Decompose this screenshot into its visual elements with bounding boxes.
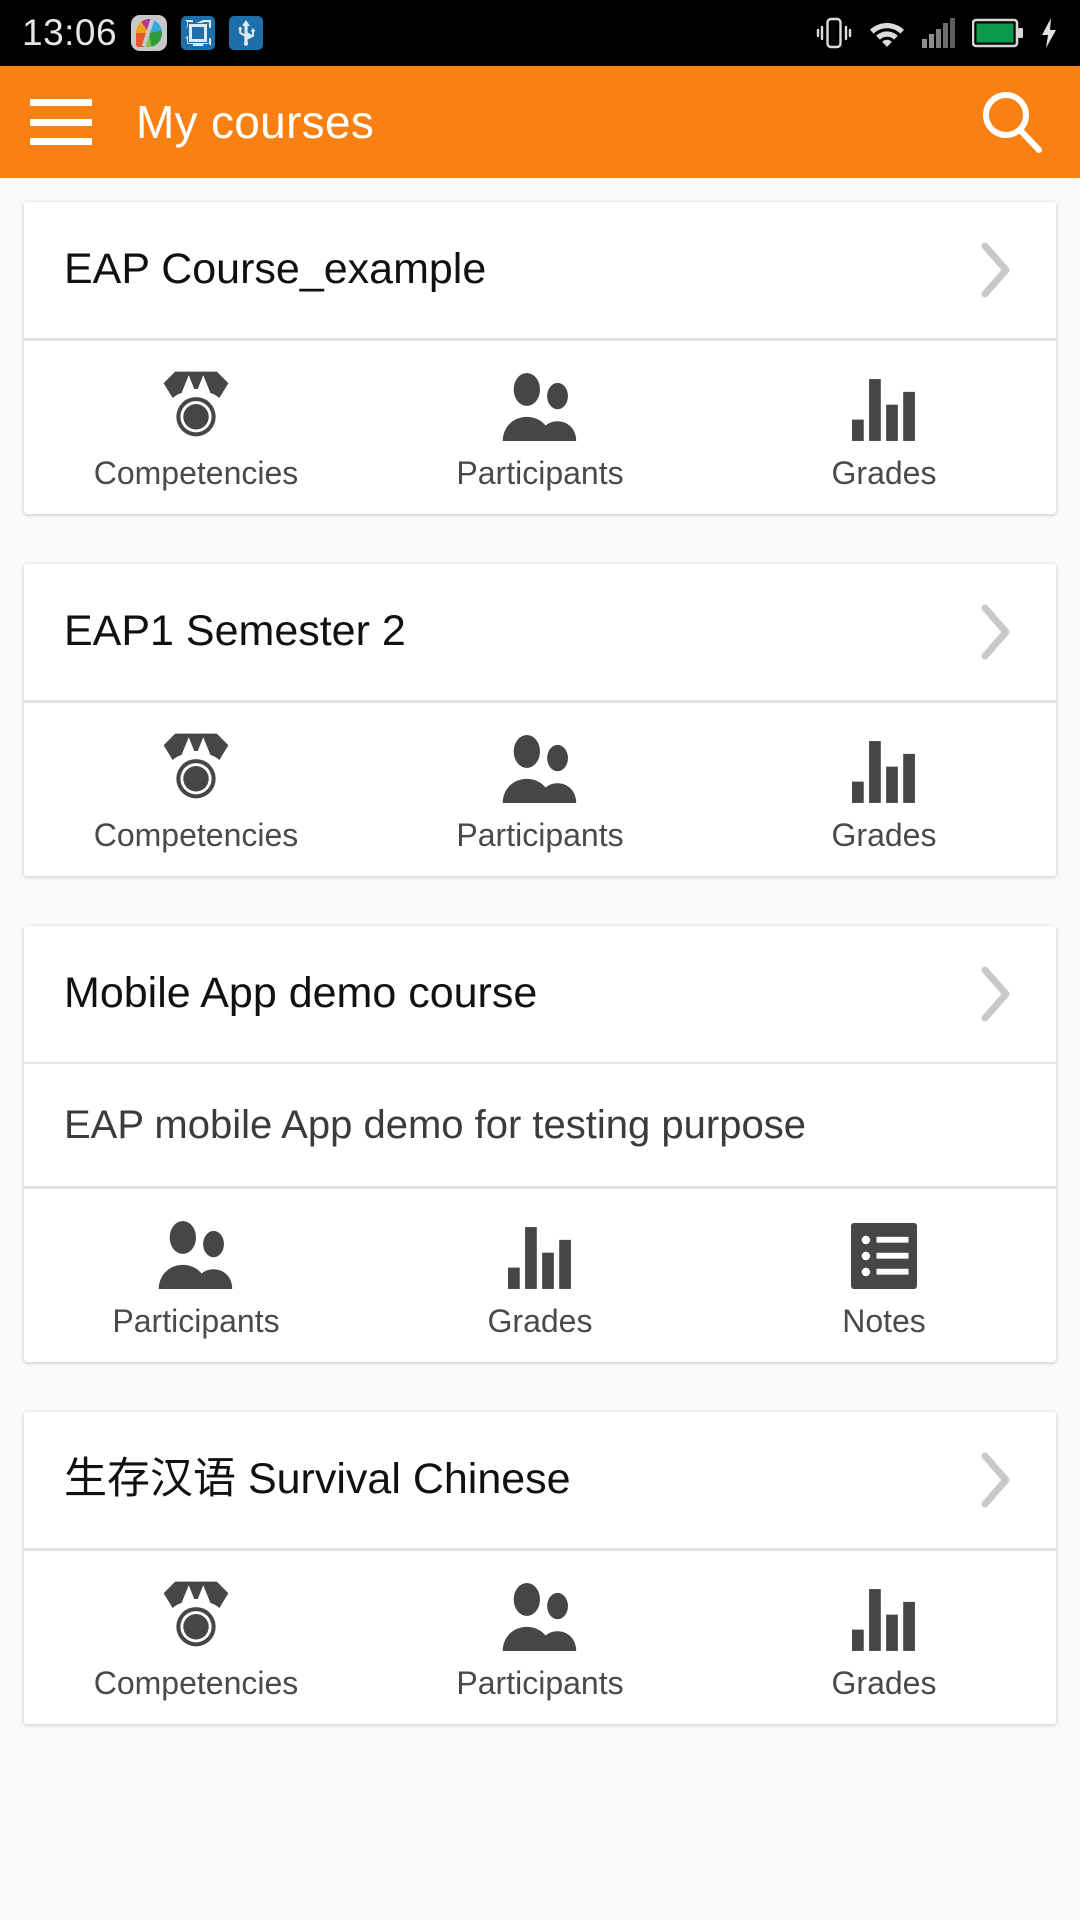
course-actions: Competencies Participants Grades [24,1548,1056,1724]
course-action-label: Notes [842,1303,926,1339]
course-action-label: Participants [112,1303,280,1339]
course-action-grades[interactable]: Grades [368,1215,712,1340]
course-title: Mobile App demo course [64,969,538,1018]
status-bar: 13:06 [0,0,1080,66]
course-action-participants[interactable]: Participants [368,367,712,492]
status-bar-left: 13:06 [22,12,264,54]
chevron-right-icon[interactable] [976,1448,1016,1512]
course-card[interactable]: EAP1 Semester 2 Competencies Participant… [24,564,1056,876]
course-card[interactable]: 生存汉语 Survival Chinese Competencies Parti… [24,1412,1056,1724]
course-title: EAP Course_example [64,245,487,294]
signal-icon [922,18,956,48]
course-action-label: Grades [831,455,937,491]
search-icon[interactable] [972,83,1050,161]
course-card[interactable]: Mobile App demo course EAP mobile App de… [24,926,1056,1362]
course-action-competencies[interactable]: Competencies [24,729,368,854]
vibrate-icon [816,16,852,50]
bar-chart-icon [508,1215,572,1289]
wifi-icon [868,18,906,48]
course-summary: EAP mobile App demo for testing purpose [24,1062,1056,1186]
list-notes-icon [851,1215,917,1289]
chevron-right-icon[interactable] [976,238,1016,302]
people-icon [497,367,583,441]
app-icon [131,15,168,51]
course-action-label: Participants [456,817,624,853]
course-action-label: Grades [831,817,937,853]
status-bar-clock: 13:06 [22,12,118,53]
course-header[interactable]: Mobile App demo course [24,926,1056,1062]
course-actions: Participants Grades Notes [24,1186,1056,1362]
hamburger-menu-icon[interactable] [30,99,92,145]
course-action-grades[interactable]: Grades [712,1577,1056,1702]
app-bar: My courses [0,66,1080,178]
chevron-right-icon[interactable] [976,600,1016,664]
screenshot-icon [181,16,216,50]
usb-icon [229,16,264,50]
medal-icon [159,367,233,441]
bar-chart-icon [852,1577,916,1651]
charging-bolt-icon [1040,18,1058,48]
course-action-label: Competencies [93,817,299,853]
course-action-label: Grades [831,1665,937,1701]
course-action-label: Grades [487,1303,593,1339]
course-action-competencies[interactable]: Competencies [24,1577,368,1702]
course-header[interactable]: EAP Course_example [24,202,1056,338]
course-action-label: Participants [456,1665,624,1701]
medal-icon [159,1577,233,1651]
battery-icon [972,18,1024,48]
course-action-grades[interactable]: Grades [712,729,1056,854]
course-action-label: Participants [456,455,624,491]
course-header[interactable]: 生存汉语 Survival Chinese [24,1412,1056,1548]
course-action-participants[interactable]: Participants [368,1577,712,1702]
course-card[interactable]: EAP Course_example Competencies Particip… [24,202,1056,514]
course-actions: Competencies Participants Grades [24,338,1056,514]
medal-icon [159,729,233,803]
course-action-label: Competencies [93,455,299,491]
bar-chart-icon [852,729,916,803]
course-action-competencies[interactable]: Competencies [24,367,368,492]
people-icon [497,729,583,803]
course-title: 生存汉语 Survival Chinese [64,1455,571,1504]
course-actions: Competencies Participants Grades [24,700,1056,876]
status-bar-right [816,16,1058,50]
course-action-participants[interactable]: Participants [24,1215,368,1340]
people-icon [497,1577,583,1651]
bar-chart-icon [852,367,916,441]
course-action-notes[interactable]: Notes [712,1215,1056,1340]
chevron-right-icon[interactable] [976,962,1016,1026]
course-header[interactable]: EAP1 Semester 2 [24,564,1056,700]
people-icon [153,1215,239,1289]
course-action-participants[interactable]: Participants [368,729,712,854]
course-title: EAP1 Semester 2 [64,607,406,656]
page-title: My courses [136,96,375,148]
course-action-label: Competencies [93,1665,299,1701]
course-list[interactable]: EAP Course_example Competencies Particip… [0,178,1080,1920]
course-action-grades[interactable]: Grades [712,367,1056,492]
